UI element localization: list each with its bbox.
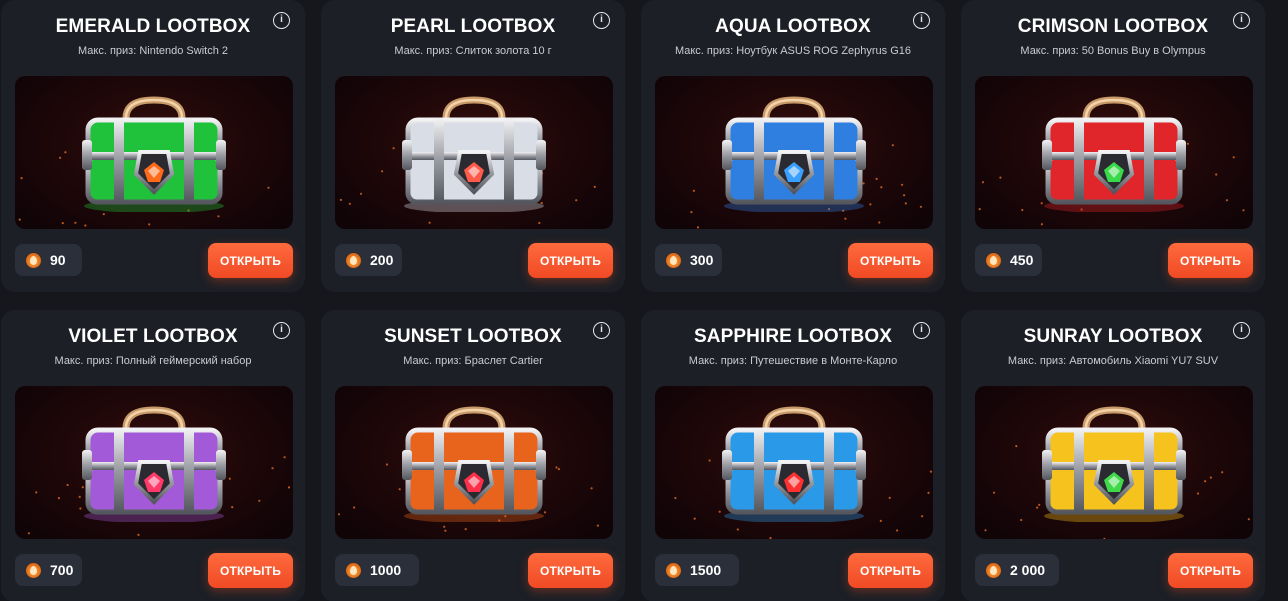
lootbox-chest-image — [82, 96, 226, 212]
info-icon[interactable]: i — [1233, 322, 1250, 339]
open-lootbox-button[interactable]: ОТКРЫТЬ — [528, 553, 613, 588]
lootbox-card[interactable]: SAPPHIRE LOOTBOX Макс. приз: Путешествие… — [641, 310, 945, 601]
flame-coin-icon — [26, 562, 41, 578]
lootbox-title: EMERALD LOOTBOX — [55, 16, 251, 37]
lootbox-artwork[interactable] — [975, 386, 1253, 539]
info-icon[interactable]: i — [593, 12, 610, 29]
price-badge: 200 — [335, 244, 402, 276]
lootbox-artwork[interactable] — [15, 76, 293, 229]
lootbox-artwork[interactable] — [655, 386, 933, 539]
open-lootbox-button[interactable]: ОТКРЫТЬ — [208, 243, 293, 278]
info-icon[interactable]: i — [273, 12, 290, 29]
info-icon[interactable]: i — [913, 322, 930, 339]
max-prize-label: Макс. приз: Слиток золота 10 г — [394, 45, 552, 57]
lootbox-card[interactable]: CRIMSON LOOTBOX Макс. приз: 50 Bonus Buy… — [961, 0, 1265, 292]
price-value: 450 — [1010, 252, 1034, 268]
lootbox-card[interactable]: PEARL LOOTBOX Макс. приз: Слиток золота … — [321, 0, 625, 292]
price-badge: 1000 — [335, 554, 419, 586]
lootbox-artwork[interactable] — [15, 386, 293, 539]
open-lootbox-button[interactable]: ОТКРЫТЬ — [1168, 553, 1253, 588]
lootbox-chest-image — [722, 406, 866, 522]
price-value: 1000 — [370, 562, 402, 578]
lootbox-chest-image — [1042, 96, 1186, 212]
lootbox-title: VIOLET LOOTBOX — [68, 326, 238, 347]
lootbox-artwork[interactable] — [655, 76, 933, 229]
price-value: 2 000 — [1010, 562, 1046, 578]
max-prize-label: Макс. приз: Полный геймерский набор — [54, 355, 252, 367]
lootbox-card[interactable]: AQUA LOOTBOX Макс. приз: Ноутбук ASUS RO… — [641, 0, 945, 292]
open-lootbox-button[interactable]: ОТКРЫТЬ — [848, 243, 933, 278]
lootbox-chest-image — [1042, 406, 1186, 522]
lootbox-card[interactable]: SUNRAY LOOTBOX Макс. приз: Автомобиль Xi… — [961, 310, 1265, 601]
price-value: 700 — [50, 562, 74, 578]
lootbox-chest-image — [402, 96, 546, 212]
open-lootbox-button[interactable]: ОТКРЫТЬ — [848, 553, 933, 588]
lootbox-grid: EMERALD LOOTBOX Макс. приз: Nintendo Swi… — [0, 0, 1288, 601]
lootbox-chest-image — [402, 406, 546, 522]
lootbox-artwork[interactable] — [975, 76, 1253, 229]
lootbox-title: PEARL LOOTBOX — [390, 16, 556, 37]
lootbox-artwork[interactable] — [335, 386, 613, 539]
info-icon[interactable]: i — [913, 12, 930, 29]
flame-coin-icon — [26, 252, 41, 268]
max-prize-label: Макс. приз: Ноутбук ASUS ROG Zephyrus G1… — [674, 45, 912, 57]
price-badge: 90 — [15, 244, 82, 276]
price-value: 90 — [50, 252, 66, 268]
price-badge: 450 — [975, 244, 1042, 276]
lootbox-card[interactable]: VIOLET LOOTBOX Макс. приз: Полный геймер… — [1, 310, 305, 601]
lootbox-artwork[interactable] — [335, 76, 613, 229]
lootbox-card[interactable]: EMERALD LOOTBOX Макс. приз: Nintendo Swi… — [1, 0, 305, 292]
flame-coin-icon — [346, 252, 361, 268]
flame-coin-icon — [346, 562, 361, 578]
flame-coin-icon — [666, 252, 681, 268]
lootbox-chest-image — [82, 406, 226, 522]
price-value: 1500 — [690, 562, 722, 578]
open-lootbox-button[interactable]: ОТКРЫТЬ — [528, 243, 613, 278]
lootbox-title: SUNRAY LOOTBOX — [1023, 326, 1203, 347]
info-icon[interactable]: i — [593, 322, 610, 339]
max-prize-label: Макс. приз: 50 Bonus Buy в Olympus — [1020, 45, 1206, 57]
price-badge: 2 000 — [975, 554, 1059, 586]
max-prize-label: Макс. приз: Путешествие в Монте-Карло — [688, 355, 898, 367]
flame-coin-icon — [986, 562, 1001, 578]
price-badge: 1500 — [655, 554, 739, 586]
price-badge: 300 — [655, 244, 722, 276]
price-badge: 700 — [15, 554, 82, 586]
lootbox-title: SUNSET LOOTBOX — [384, 326, 562, 347]
max-prize-label: Макс. приз: Nintendo Switch 2 — [78, 45, 228, 57]
info-icon[interactable]: i — [273, 322, 290, 339]
lootbox-title: CRIMSON LOOTBOX — [1017, 16, 1209, 37]
lootbox-title: AQUA LOOTBOX — [715, 16, 871, 37]
open-lootbox-button[interactable]: ОТКРЫТЬ — [208, 553, 293, 588]
lootbox-card[interactable]: SUNSET LOOTBOX Макс. приз: Браслет Carti… — [321, 310, 625, 601]
flame-coin-icon — [986, 252, 1001, 268]
price-value: 300 — [690, 252, 714, 268]
price-value: 200 — [370, 252, 394, 268]
max-prize-label: Макс. приз: Браслет Cartier — [403, 355, 543, 367]
lootbox-chest-image — [722, 96, 866, 212]
open-lootbox-button[interactable]: ОТКРЫТЬ — [1168, 243, 1253, 278]
lootbox-title: SAPPHIRE LOOTBOX — [694, 326, 892, 347]
info-icon[interactable]: i — [1233, 12, 1250, 29]
max-prize-label: Макс. приз: Автомобиль Xiaomi YU7 SUV — [1007, 355, 1219, 367]
flame-coin-icon — [666, 562, 681, 578]
